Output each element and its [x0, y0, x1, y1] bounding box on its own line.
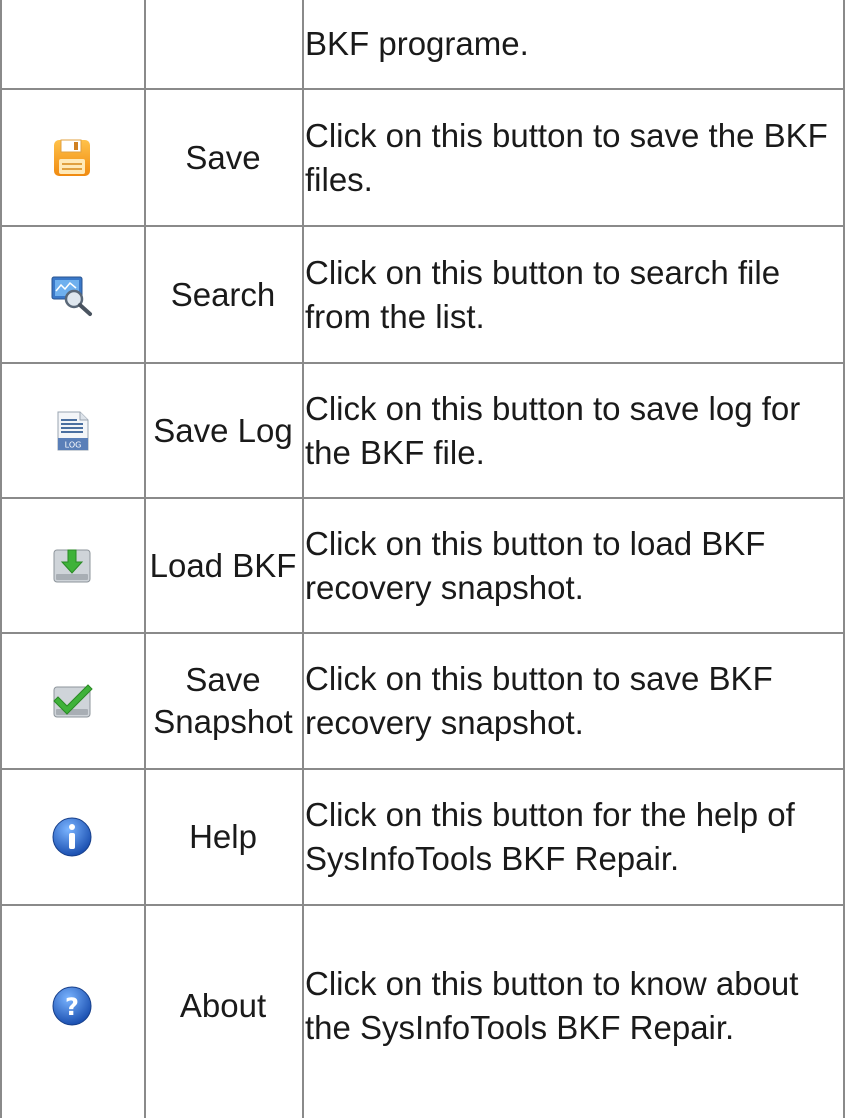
button-name: Save: [185, 138, 261, 176]
button-name-cell: Search: [146, 227, 300, 362]
icon-cell: LOG: [0, 364, 144, 497]
table-row: LOG Save Log Click on this button to sav…: [0, 364, 847, 497]
icon-cell: ?: [0, 906, 144, 1106]
button-name-cell: Help: [146, 770, 300, 904]
description-cell: Click on this button to know about the S…: [305, 906, 843, 1106]
description-cell: Click on this button to load BKF recover…: [305, 499, 843, 632]
log-file-icon: LOG: [57, 411, 89, 450]
table-row: Save Snapshot Click on this button to sa…: [0, 634, 847, 768]
button-name: Help: [189, 818, 257, 855]
info-icon: [52, 817, 92, 857]
icon-cell: [0, 90, 144, 225]
table-row: BKF programe.: [0, 0, 847, 88]
icon-cell: [0, 634, 144, 768]
description-text: Click on this button to search file from…: [305, 253, 781, 335]
icon-cell: [0, 227, 144, 362]
button-name: Save Snapshot: [153, 661, 293, 740]
description-text: Click on this button to save log for the…: [305, 389, 801, 471]
question-icon: ?: [52, 986, 92, 1026]
icon-cell: [0, 770, 144, 904]
button-name-cell: Load BKF: [146, 499, 300, 632]
description-cell: Click on this button for the help of Sys…: [305, 770, 843, 904]
button-name: Load BKF: [149, 546, 297, 584]
button-name-cell: Save Snapshot: [146, 634, 300, 768]
button-name-cell: Save Log: [146, 364, 300, 497]
drive-download-icon: [53, 549, 91, 582]
description-cell: Click on this button to save the BKF fil…: [305, 90, 843, 225]
table-row: ? About Click on this button to know abo…: [0, 906, 847, 1118]
description-cell: BKF programe.: [305, 0, 843, 88]
description-cell: Click on this button to save log for the…: [305, 364, 843, 497]
table-row: Help Click on this button for the help o…: [0, 770, 847, 904]
svg-text:LOG: LOG: [65, 440, 82, 449]
table-row: Search Click on this button to search fi…: [0, 227, 847, 362]
button-name: Save Log: [153, 411, 293, 449]
button-name: Search: [170, 275, 276, 313]
description-cell: Click on this button to save BKF recover…: [305, 634, 843, 768]
description-cell: Click on this button to search file from…: [305, 227, 843, 362]
icon-cell: [0, 499, 144, 632]
button-name-cell: Save: [146, 90, 300, 225]
description-text: Click on this button to know about the S…: [305, 965, 799, 1046]
table-row: Load BKF Click on this button to load BK…: [0, 499, 847, 632]
button-name: About: [179, 987, 267, 1024]
description-text: Click on this button for the help of Sys…: [305, 796, 795, 877]
button-name-cell: About: [146, 906, 300, 1106]
magnifier-monitor-icon: [51, 276, 92, 316]
table-row: Save Click on this button to save the BK…: [0, 90, 847, 225]
drive-checkmark-icon: [53, 684, 93, 718]
floppy-disk-icon: [54, 139, 90, 176]
svg-text:?: ?: [65, 993, 79, 1021]
description-text: BKF programe.: [305, 25, 529, 62]
description-text: Click on this button to load BKF recover…: [305, 524, 766, 606]
description-text: Click on this button to save the BKF fil…: [305, 116, 828, 198]
description-text: Click on this button to save BKF recover…: [305, 660, 773, 741]
